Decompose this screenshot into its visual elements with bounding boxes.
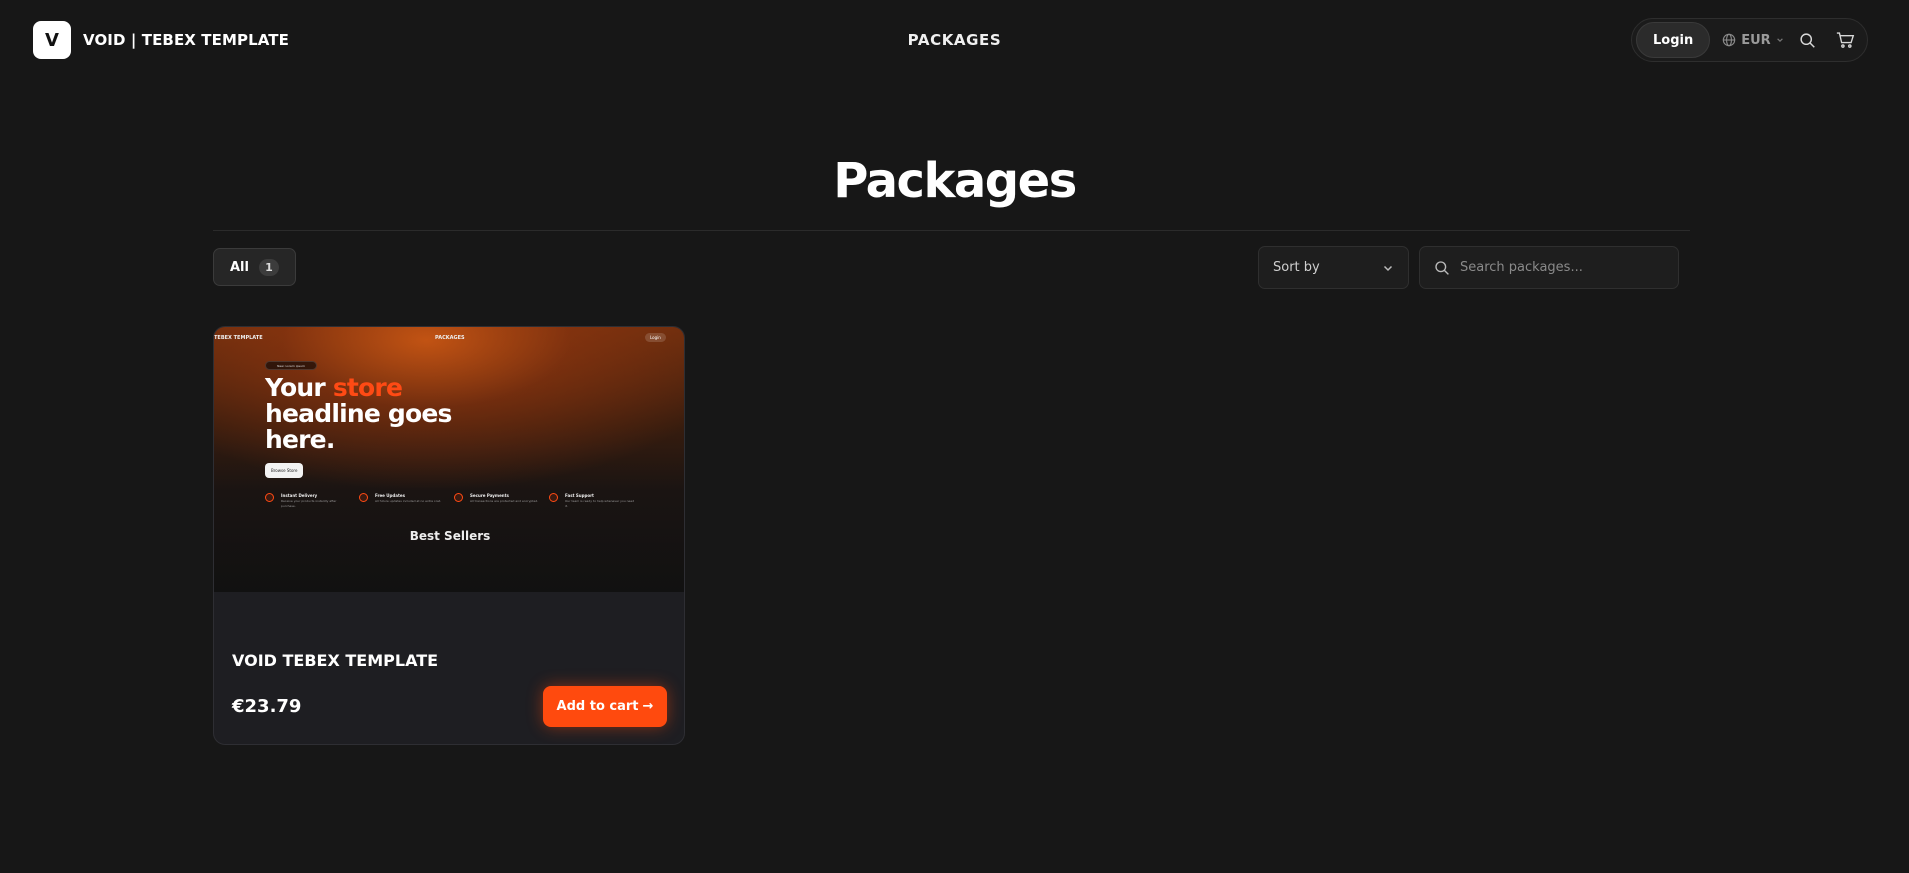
feature-desc: All future updates included at no extra …	[375, 499, 442, 503]
feature-dot-icon	[454, 493, 463, 502]
thumb-pill: New: Lorem ipsum	[265, 361, 317, 370]
nav-link-packages[interactable]: PACKAGES	[908, 31, 1002, 49]
thumb-headline: Your store headline goes here.	[265, 375, 452, 453]
login-button[interactable]: Login	[1636, 22, 1711, 58]
currency-selector[interactable]: EUR	[1722, 33, 1783, 48]
feature-title: Instant Delivery	[281, 493, 318, 498]
package-title[interactable]: VOID TEBEX TEMPLATE	[232, 651, 438, 670]
thumb-headline-part2: headline goes	[265, 399, 452, 428]
thumb-section-title: Best Sellers	[409, 529, 491, 543]
arrow-right-icon: →	[642, 699, 654, 714]
brand-name: VOID | TEBEX TEMPLATE	[83, 31, 289, 49]
feature-title: Fast Support	[565, 493, 594, 498]
add-to-cart-label: Add to cart	[556, 699, 639, 714]
feature-desc: All transactions are protected and encry…	[470, 499, 539, 503]
site-header: V VOID | TEBEX TEMPLATE PACKAGES Login E…	[0, 0, 1909, 80]
logo: V	[33, 21, 71, 59]
tab-count-badge: 1	[258, 258, 279, 276]
search-icon	[1799, 32, 1815, 48]
feature-title: Secure Payments	[470, 493, 509, 498]
package-price: €23.79	[232, 696, 302, 717]
cart-icon-button[interactable]	[1835, 30, 1855, 50]
search-icon-button[interactable]	[1797, 30, 1817, 50]
header-toolbar: Login EUR	[1631, 18, 1868, 62]
package-thumbnail: TEBEX TEMPLATE PACKAGES Login New: Lorem…	[214, 327, 684, 592]
sort-label: Sort by	[1273, 260, 1320, 275]
search-input[interactable]	[1460, 260, 1660, 275]
feature-desc: Receive your products instantly after pu…	[281, 499, 337, 508]
feature-dot-icon	[359, 493, 368, 502]
thumb-nav: PACKAGES	[435, 335, 465, 341]
package-card[interactable]: TEBEX TEMPLATE PACKAGES Login New: Lorem…	[213, 326, 685, 745]
tab-all[interactable]: All 1	[213, 248, 296, 286]
thumb-cta: Browse Store	[265, 463, 304, 478]
feature-dot-icon	[265, 493, 274, 502]
thumb-headline-accent: store	[332, 373, 403, 402]
thumb-headline-part1: Your	[265, 373, 333, 402]
feature-dot-icon	[549, 493, 558, 502]
brand-link[interactable]: V VOID | TEBEX TEMPLATE	[33, 21, 289, 59]
thumb-login: Login	[645, 333, 666, 342]
page-title: Packages	[833, 153, 1077, 209]
currency-code: EUR	[1741, 32, 1771, 48]
globe-icon	[1722, 33, 1736, 47]
chevron-down-icon	[1776, 38, 1783, 43]
feature-title: Free Updates	[375, 493, 405, 498]
cart-icon	[1836, 32, 1854, 48]
search-icon	[1435, 260, 1449, 275]
feature-desc: Our team is ready to help whenever you n…	[565, 499, 635, 508]
tab-all-label: All	[230, 259, 249, 275]
thumb-brand: TEBEX TEMPLATE	[214, 335, 263, 341]
logo-letter: V	[45, 29, 59, 51]
chevron-down-icon	[1383, 265, 1393, 271]
sort-select[interactable]: Sort by	[1258, 246, 1409, 289]
add-to-cart-button[interactable]: Add to cart →	[543, 686, 667, 727]
search-box	[1419, 246, 1679, 289]
thumb-headline-part3: here.	[265, 425, 335, 454]
divider	[213, 230, 1690, 231]
